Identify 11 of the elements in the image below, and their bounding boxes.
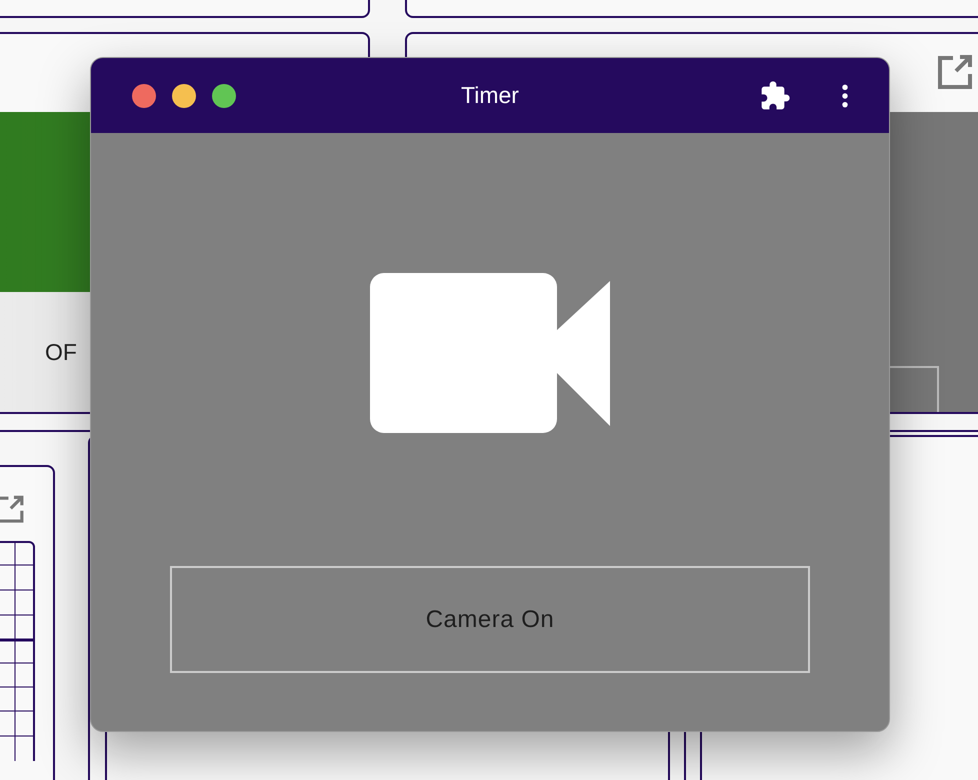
open-external-icon[interactable] <box>936 55 974 91</box>
camera-button[interactable]: Camera On <box>170 566 810 673</box>
window-title: Timer <box>461 82 519 109</box>
puzzle-icon[interactable] <box>759 80 791 112</box>
more-icon[interactable] <box>841 82 849 108</box>
zoom-button[interactable] <box>212 84 236 108</box>
video-camera-icon <box>370 273 610 433</box>
status-label: OF <box>45 338 77 366</box>
minimize-button[interactable] <box>172 84 196 108</box>
close-button[interactable] <box>132 84 156 108</box>
open-external-icon[interactable] <box>0 495 25 525</box>
